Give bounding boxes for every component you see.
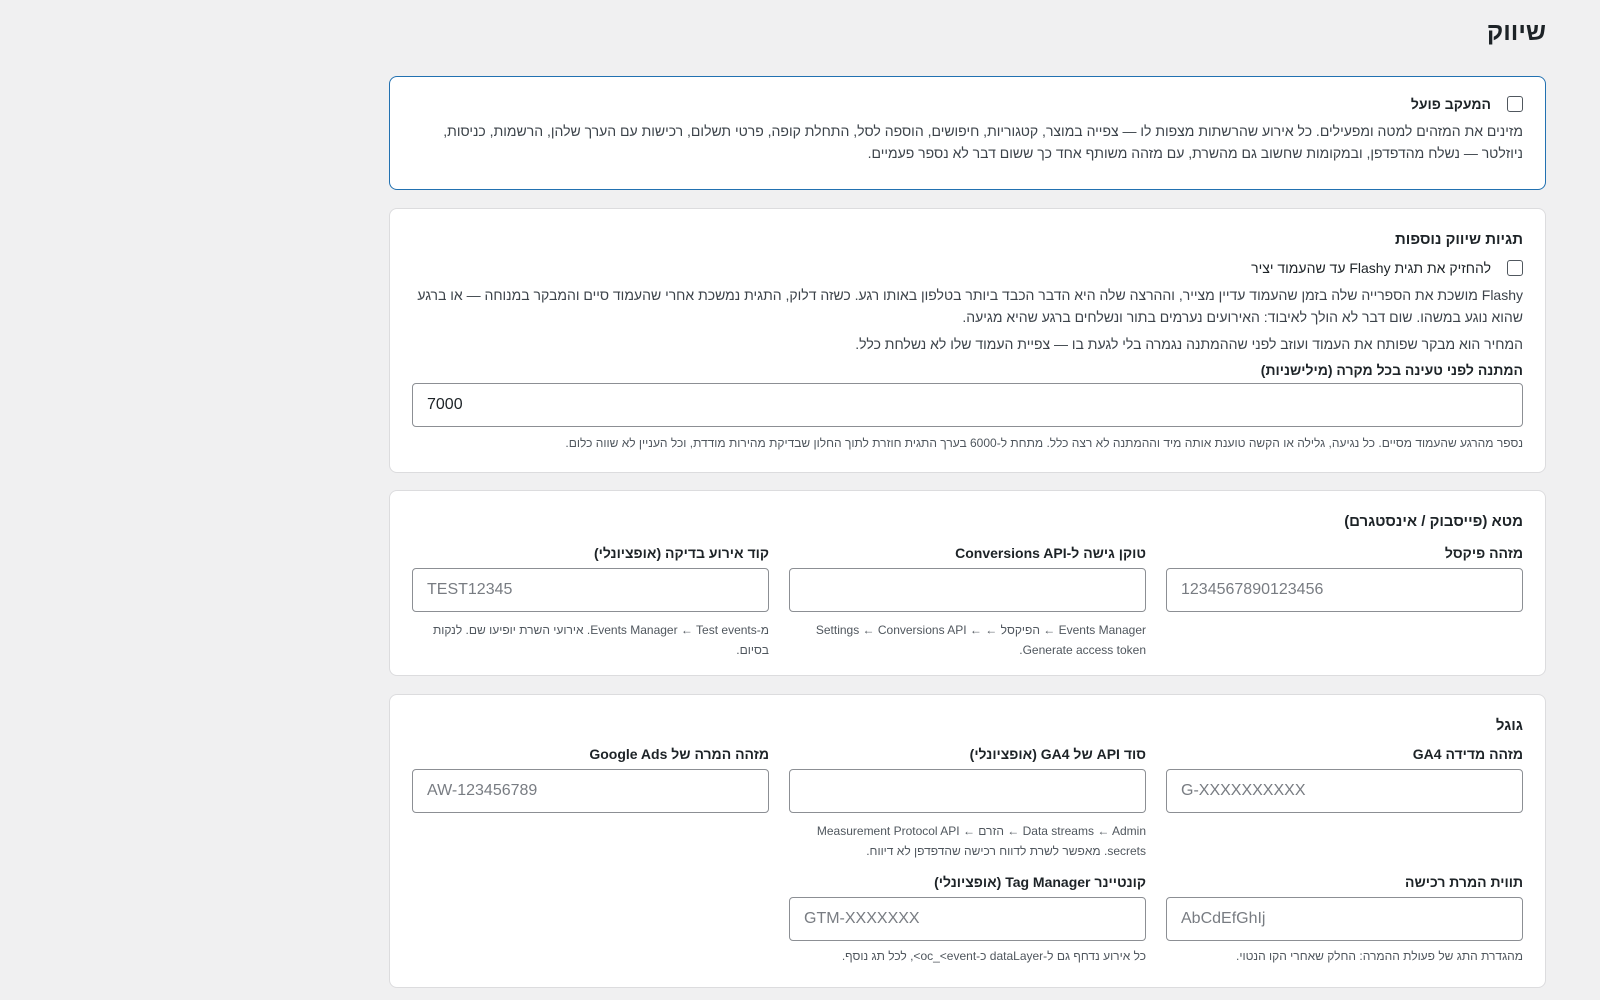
- conv-label-hint: מהגדרת התג של פעולת ההמרה: החלק שאחרי הק…: [1236, 949, 1523, 963]
- gtm-id-input[interactable]: [789, 897, 1146, 941]
- meta-title: מטא (פייסבוק / אינסטגרם): [1344, 513, 1523, 530]
- api-secret-input[interactable]: [789, 769, 1146, 813]
- ads-label: מזהה המרה של Google Ads: [589, 746, 769, 762]
- gtm-hint: כל אירוע נדחף גם ל-dataLayer כ-oc_<event…: [841, 949, 1146, 963]
- tracking-description: מזינים את המזהים למטה ומפעילים. כל אירוע…: [443, 123, 1523, 161]
- test-code-label: קוד אירוע בדיקה (אופציונלי): [593, 545, 769, 561]
- page-title: שיווק: [1486, 18, 1546, 46]
- flashy-description: Flashy מושכת את הספרייה שלה בזמן שהעמוד …: [417, 287, 1523, 325]
- wait-hint: נספר מהרגע שהעמוד מסיים. כל נגיעה, גלילה…: [565, 436, 1523, 450]
- tracking-enabled-label: המעקב פועל: [1410, 96, 1491, 112]
- google-fields-row1: מזהה מדידה GA4 סוד API של GA4 (אופציונלי…: [412, 746, 1523, 861]
- capi-label: טוקן גישה ל-Conversions API: [955, 545, 1146, 561]
- conv-label-field: תווית המרת רכישה מהגדרת התג של פעולת ההמ…: [1166, 874, 1523, 966]
- flashy-toggle-row: להחזיק את תגית Flashy עד שהעמוד יציר: [1251, 260, 1523, 276]
- extra-tags-card: תגיות שיווק נוספות להחזיק את תגית Flashy…: [389, 208, 1546, 473]
- conv-label-label: תווית המרת רכישה: [1405, 874, 1523, 890]
- capi-field: טוקן גישה ל-Conversions API Events Manag…: [789, 545, 1146, 660]
- test-code-hint: מ-Events Manager ← Test events. אירועי ה…: [432, 623, 769, 657]
- pixel-label: מזהה פיקסל: [1444, 545, 1523, 561]
- ga4-field: מזהה מדידה GA4: [1166, 746, 1523, 861]
- google-card: גוגל מזהה מדידה GA4 סוד API של GA4 (אופצ…: [389, 694, 1546, 988]
- tracking-card: המעקב פועל מזינים את המזהים למטה ומפעילי…: [389, 76, 1546, 190]
- wait-label: המתנה לפני טעינה בכל מקרה (מילישניות): [1260, 362, 1523, 378]
- ads-field: מזהה המרה של Google Ads: [412, 746, 769, 861]
- ga4-label: מזהה מדידה GA4: [1412, 746, 1523, 762]
- google-fields-row2: תווית המרת רכישה מהגדרת התג של פעולת ההמ…: [412, 874, 1523, 966]
- flashy-defer-label: להחזיק את תגית Flashy עד שהעמוד יציר: [1251, 260, 1491, 276]
- api-secret-hint: Data streams ← Admin ← הזרם ← Measuremen…: [816, 824, 1146, 858]
- conv-label-input[interactable]: [1166, 897, 1523, 941]
- gtm-field: קונטיינר Tag Manager (אופציונלי) כל אירו…: [789, 874, 1146, 966]
- flashy-defer-checkbox[interactable]: [1507, 260, 1523, 276]
- google-title: גוגל: [1495, 717, 1523, 734]
- wait-ms-input[interactable]: [412, 383, 1523, 427]
- tracking-toggle-row: המעקב פועל: [1411, 96, 1523, 112]
- api-secret-label: סוד API של GA4 (אופציונלי): [969, 746, 1146, 762]
- flashy-cost-description: המחיר הוא מבקר שפותח את העמוד ועוזב לפני…: [855, 336, 1523, 352]
- meta-fields: מזהה פיקסל טוקן גישה ל-Conversions API E…: [412, 545, 1523, 660]
- pixel-id-input[interactable]: [1166, 568, 1523, 612]
- capi-hint: Events Manager ← הפיקסל ← Settings ← Con…: [815, 623, 1146, 657]
- api-secret-field: סוד API של GA4 (אופציונלי) Data streams …: [789, 746, 1146, 861]
- test-code-field: קוד אירוע בדיקה (אופציונלי) מ-Events Man…: [412, 545, 769, 660]
- empty-col: [412, 874, 769, 966]
- meta-card: מטא (פייסבוק / אינסטגרם) מזהה פיקסל טוקן…: [389, 490, 1546, 676]
- test-code-input[interactable]: [412, 568, 769, 612]
- gtm-label: קונטיינר Tag Manager (אופציונלי): [934, 874, 1146, 890]
- extra-tags-title: תגיות שיווק נוספות: [1395, 231, 1523, 248]
- tracking-enabled-checkbox[interactable]: [1507, 96, 1523, 112]
- pixel-field: מזהה פיקסל: [1166, 545, 1523, 660]
- ads-id-input[interactable]: [412, 769, 769, 813]
- ga4-id-input[interactable]: [1166, 769, 1523, 813]
- capi-token-input[interactable]: [789, 568, 1146, 612]
